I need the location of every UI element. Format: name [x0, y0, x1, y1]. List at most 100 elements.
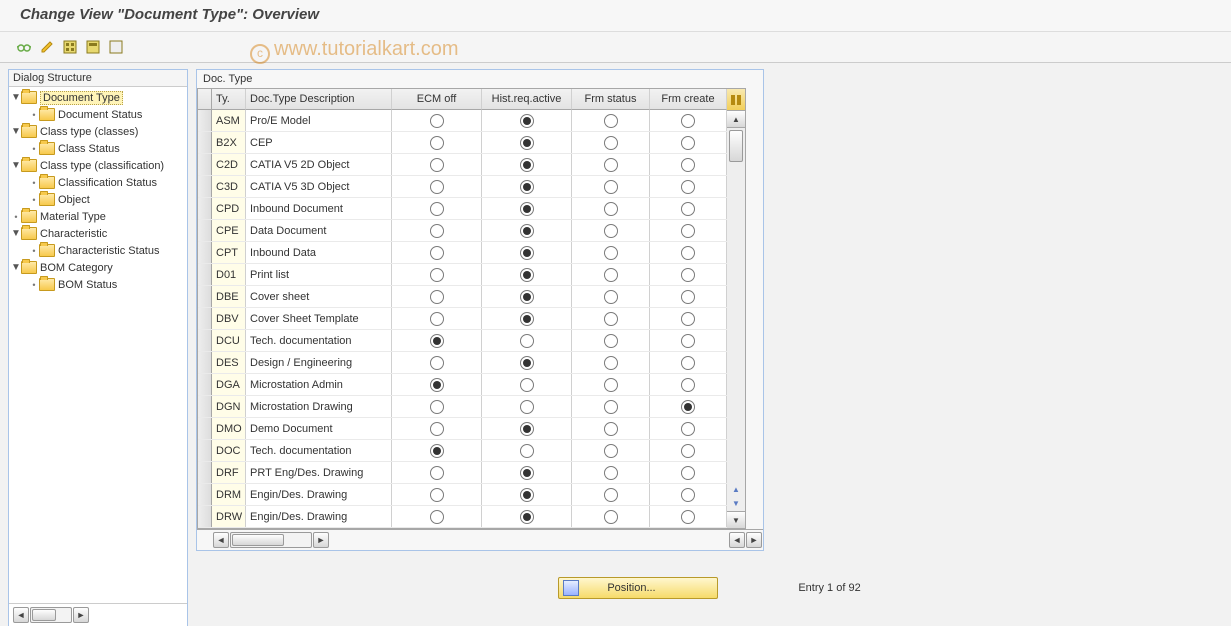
- cell-hist-req-active-radio[interactable]: [520, 312, 534, 326]
- cell-type[interactable]: C2D: [212, 154, 246, 175]
- tree-collapse-icon[interactable]: ▼: [11, 126, 21, 137]
- select-block-button[interactable]: [83, 37, 103, 57]
- cell-hist-req-active-radio[interactable]: [520, 246, 534, 260]
- cell-frm-status-radio[interactable]: [604, 312, 618, 326]
- cell-hist-req-active-radio[interactable]: [520, 268, 534, 282]
- cell-type[interactable]: DRM: [212, 484, 246, 505]
- cell-hist-req-active-radio[interactable]: [520, 202, 534, 216]
- cell-hist-req-active-radio[interactable]: [520, 444, 534, 458]
- cell-frm-create-radio[interactable]: [681, 202, 695, 216]
- cell-type[interactable]: DCU: [212, 330, 246, 351]
- node-characteristic-status[interactable]: •Characteristic Status: [9, 242, 187, 259]
- cell-description[interactable]: Data Document: [246, 220, 392, 241]
- row-select-button[interactable]: [198, 308, 212, 329]
- cell-description[interactable]: Pro/E Model: [246, 110, 392, 131]
- cell-description[interactable]: Engin/Des. Drawing: [246, 484, 392, 505]
- row-select-button[interactable]: [198, 484, 212, 505]
- row-select-button[interactable]: [198, 374, 212, 395]
- table-scroll-left-end-button[interactable]: ◄: [729, 532, 745, 548]
- table-scroll-right-button[interactable]: ►: [313, 532, 329, 548]
- vscroll-thumb[interactable]: [729, 130, 743, 162]
- cell-type[interactable]: C3D: [212, 176, 246, 197]
- cell-type[interactable]: DOC: [212, 440, 246, 461]
- cell-frm-create-radio[interactable]: [681, 136, 695, 150]
- tree-collapse-icon[interactable]: ▼: [11, 160, 21, 171]
- cell-ecm-off-radio[interactable]: [430, 312, 444, 326]
- row-select-button[interactable]: [198, 154, 212, 175]
- table-scroll-right-end-button[interactable]: ►: [746, 532, 762, 548]
- node-class-type-classes[interactable]: ▼Class type (classes): [9, 123, 187, 140]
- row-select-button[interactable]: [198, 220, 212, 241]
- cell-description[interactable]: Design / Engineering: [246, 352, 392, 373]
- cell-type[interactable]: DRW: [212, 506, 246, 527]
- node-document-type[interactable]: ▼Document Type: [9, 89, 187, 106]
- edit-pencil-button[interactable]: [37, 37, 57, 57]
- vscroll-track[interactable]: ▲ ▼: [727, 128, 745, 511]
- table-settings-button[interactable]: [727, 89, 745, 111]
- col-header-hist-req-active[interactable]: Hist.req.active: [482, 89, 572, 110]
- cell-frm-status-radio[interactable]: [604, 378, 618, 392]
- cell-ecm-off-radio[interactable]: [430, 510, 444, 524]
- select-all-button[interactable]: [60, 37, 80, 57]
- cell-hist-req-active-radio[interactable]: [520, 180, 534, 194]
- cell-description[interactable]: CATIA V5 2D Object: [246, 154, 392, 175]
- row-select-button[interactable]: [198, 352, 212, 373]
- cell-description[interactable]: Microstation Admin: [246, 374, 392, 395]
- tree-collapse-icon[interactable]: ▼: [11, 228, 21, 239]
- cell-hist-req-active-radio[interactable]: [520, 356, 534, 370]
- node-characteristic[interactable]: ▼Characteristic: [9, 225, 187, 242]
- cell-hist-req-active-radio[interactable]: [520, 488, 534, 502]
- row-select-button[interactable]: [198, 198, 212, 219]
- cell-type[interactable]: ASM: [212, 110, 246, 131]
- cell-frm-create-radio[interactable]: [681, 224, 695, 238]
- cell-description[interactable]: CATIA V5 3D Object: [246, 176, 392, 197]
- cell-ecm-off-radio[interactable]: [430, 444, 444, 458]
- cell-frm-create-radio[interactable]: [681, 268, 695, 282]
- node-bom-category[interactable]: ▼BOM Category: [9, 259, 187, 276]
- row-select-button[interactable]: [198, 330, 212, 351]
- cell-type[interactable]: DES: [212, 352, 246, 373]
- cell-frm-status-radio[interactable]: [604, 158, 618, 172]
- node-bom-status[interactable]: •BOM Status: [9, 276, 187, 293]
- cell-ecm-off-radio[interactable]: [430, 268, 444, 282]
- cell-hist-req-active-radio[interactable]: [520, 290, 534, 304]
- cell-description[interactable]: Tech. documentation: [246, 330, 392, 351]
- cell-ecm-off-radio[interactable]: [430, 158, 444, 172]
- cell-ecm-off-radio[interactable]: [430, 378, 444, 392]
- node-class-type-classification[interactable]: ▼Class type (classification): [9, 157, 187, 174]
- cell-frm-create-radio[interactable]: [681, 400, 695, 414]
- row-select-button[interactable]: [198, 396, 212, 417]
- row-select-button[interactable]: [198, 506, 212, 527]
- cell-frm-create-radio[interactable]: [681, 246, 695, 260]
- col-header-ecm-off[interactable]: ECM off: [392, 89, 482, 110]
- cell-type[interactable]: DBV: [212, 308, 246, 329]
- cell-hist-req-active-radio[interactable]: [520, 224, 534, 238]
- cell-frm-create-radio[interactable]: [681, 158, 695, 172]
- cell-frm-status-radio[interactable]: [604, 422, 618, 436]
- cell-frm-create-radio[interactable]: [681, 356, 695, 370]
- node-object[interactable]: •Object: [9, 191, 187, 208]
- row-select-button[interactable]: [198, 462, 212, 483]
- cell-hist-req-active-radio[interactable]: [520, 378, 534, 392]
- cell-frm-create-radio[interactable]: [681, 422, 695, 436]
- tree-scroll-left-button[interactable]: ◄: [13, 607, 29, 623]
- table-scroll-track[interactable]: [230, 532, 312, 548]
- cell-ecm-off-radio[interactable]: [430, 114, 444, 128]
- cell-hist-req-active-radio[interactable]: [520, 158, 534, 172]
- cell-type[interactable]: DMO: [212, 418, 246, 439]
- cell-frm-create-radio[interactable]: [681, 312, 695, 326]
- cell-ecm-off-radio[interactable]: [430, 290, 444, 304]
- cell-description[interactable]: Inbound Document: [246, 198, 392, 219]
- cell-frm-create-radio[interactable]: [681, 114, 695, 128]
- cell-type[interactable]: DGA: [212, 374, 246, 395]
- cell-type[interactable]: DBE: [212, 286, 246, 307]
- cell-ecm-off-radio[interactable]: [430, 466, 444, 480]
- cell-frm-create-radio[interactable]: [681, 290, 695, 304]
- vscroll-down-button[interactable]: ▼: [727, 511, 745, 528]
- cell-ecm-off-radio[interactable]: [430, 136, 444, 150]
- cell-description[interactable]: Microstation Drawing: [246, 396, 392, 417]
- row-select-button[interactable]: [198, 110, 212, 131]
- cell-frm-status-radio[interactable]: [604, 114, 618, 128]
- cell-description[interactable]: Inbound Data: [246, 242, 392, 263]
- cell-hist-req-active-radio[interactable]: [520, 510, 534, 524]
